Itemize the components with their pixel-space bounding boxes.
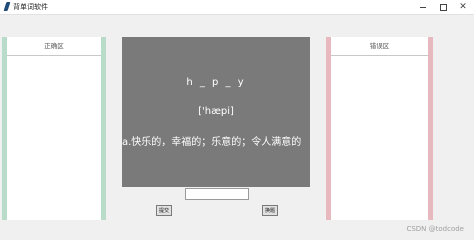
maximize-button[interactable] bbox=[433, 0, 453, 14]
minimize-button[interactable] bbox=[413, 0, 433, 14]
maximize-icon bbox=[440, 4, 447, 11]
close-button[interactable]: ✕ bbox=[453, 0, 473, 14]
word-card: h _ p _ y ['hæpi] a.快乐的，幸福的；乐意的；令人满意的 bbox=[122, 37, 310, 187]
next-question-button[interactable]: 换题 bbox=[262, 205, 278, 216]
window-title: 背单词软件 bbox=[13, 3, 48, 11]
correct-panel-header: 正确区 bbox=[7, 37, 101, 56]
wrong-panel-border-right bbox=[428, 37, 433, 220]
wrong-list[interactable]: 错误区 bbox=[331, 37, 428, 220]
word-meaning: a.快乐的，幸福的；乐意的；令人满意的 bbox=[122, 137, 302, 148]
app-window: 背单词软件 ✕ 正确区 h _ p _ y ['hæpi] a.快乐的，幸福的；… bbox=[0, 0, 474, 240]
phonetic: ['hæpi] bbox=[198, 106, 234, 117]
wrong-panel: 错误区 bbox=[326, 37, 433, 220]
masked-word: h _ p _ y bbox=[186, 77, 246, 88]
submit-button[interactable]: 提交 bbox=[156, 205, 172, 216]
feather-icon bbox=[3, 2, 11, 11]
correct-list[interactable]: 正确区 bbox=[7, 37, 101, 220]
wrong-panel-header: 错误区 bbox=[331, 37, 428, 56]
title-bar[interactable]: 背单词软件 ✕ bbox=[0, 0, 474, 15]
correct-panel: 正确区 bbox=[2, 37, 106, 220]
watermark: CSDN @todcode bbox=[406, 225, 464, 233]
minimize-icon bbox=[420, 7, 426, 8]
answer-input[interactable] bbox=[185, 188, 249, 200]
correct-panel-border-right bbox=[101, 37, 106, 220]
close-icon: ✕ bbox=[459, 2, 467, 12]
